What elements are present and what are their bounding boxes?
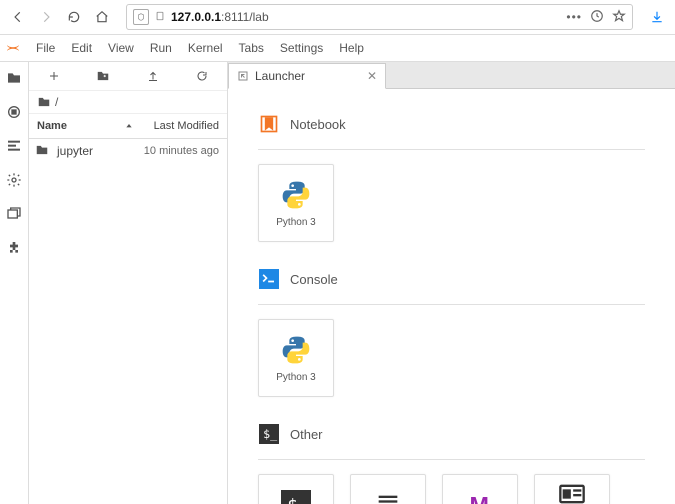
- tab-bar: Launcher ✕: [228, 62, 675, 89]
- launcher-tab-icon: [237, 70, 249, 82]
- python-icon: [280, 334, 312, 366]
- col-name[interactable]: Name: [29, 120, 125, 132]
- section-console: Console Python 3: [258, 268, 645, 397]
- menu-view[interactable]: View: [100, 41, 142, 55]
- tab-label: Launcher: [255, 69, 305, 83]
- file-row[interactable]: jupyter 10 minutes ago: [29, 139, 227, 163]
- main-content: Launcher ✕ Notebook Python 3: [228, 62, 675, 504]
- file-browser-toolbar: [29, 62, 227, 91]
- notebook-section-icon: [258, 113, 280, 135]
- svg-text:$_: $_: [287, 496, 309, 504]
- tab-launcher[interactable]: Launcher ✕: [228, 63, 386, 89]
- refresh-button[interactable]: [193, 67, 211, 85]
- menu-help[interactable]: Help: [331, 41, 372, 55]
- sort-asc-icon: [125, 122, 133, 130]
- file-browser: / Name Last Modified jupyter 10 minutes …: [29, 62, 228, 504]
- rail-settings-icon[interactable]: [6, 172, 22, 188]
- section-notebook: Notebook Python 3: [258, 113, 645, 242]
- notebook-card-python3[interactable]: Python 3: [258, 164, 334, 242]
- menu-kernel[interactable]: Kernel: [180, 41, 231, 55]
- other-card-help[interactable]: Show Contextual Help: [534, 474, 610, 504]
- svg-text:$_: $_: [263, 427, 278, 441]
- tab-close-button[interactable]: ✕: [367, 69, 377, 83]
- nav-back-button[interactable]: [6, 5, 30, 29]
- section-title: Other: [290, 427, 323, 442]
- col-modified[interactable]: Last Modified: [133, 120, 227, 132]
- other-card-terminal[interactable]: $_ Terminal: [258, 474, 334, 504]
- new-launcher-button[interactable]: [45, 67, 63, 85]
- download-icon[interactable]: [645, 5, 669, 29]
- rail-tabs-icon[interactable]: [6, 206, 22, 222]
- other-card-markdown[interactable]: M Markdown File: [442, 474, 518, 504]
- card-label: Python 3: [274, 372, 317, 383]
- breadcrumb[interactable]: /: [29, 91, 227, 114]
- rail-filebrowser-icon[interactable]: [6, 70, 22, 86]
- svg-text:M: M: [470, 492, 489, 504]
- reader-icon[interactable]: [590, 9, 604, 26]
- textfile-icon: [372, 489, 404, 504]
- nav-reload-button[interactable]: [62, 5, 86, 29]
- section-title: Console: [290, 272, 338, 287]
- file-name: jupyter: [57, 144, 129, 158]
- console-section-icon: [258, 268, 280, 290]
- menu-run[interactable]: Run: [142, 41, 180, 55]
- bookmark-icon[interactable]: [612, 9, 626, 26]
- page-info-icon: [155, 10, 165, 25]
- file-list-header: Name Last Modified: [29, 114, 227, 139]
- jupyter-logo-icon: [4, 39, 22, 57]
- launcher-panel: Notebook Python 3 Console: [228, 89, 675, 504]
- other-section-icon: $_: [258, 423, 280, 445]
- terminal-icon: $_: [280, 489, 312, 504]
- breadcrumb-root: /: [55, 95, 58, 109]
- more-icon[interactable]: •••: [566, 10, 582, 24]
- markdown-icon: M: [464, 489, 496, 504]
- section-other: $_ Other $_ Terminal Text File M Ma: [258, 423, 645, 504]
- console-card-python3[interactable]: Python 3: [258, 319, 334, 397]
- folder-icon: [37, 95, 51, 109]
- file-modified: 10 minutes ago: [129, 145, 227, 157]
- folder-icon: [35, 143, 51, 160]
- other-card-textfile[interactable]: Text File: [350, 474, 426, 504]
- activity-bar: [0, 62, 29, 504]
- app-menu-bar: File Edit View Run Kernel Tabs Settings …: [0, 35, 675, 62]
- new-folder-button[interactable]: [94, 67, 112, 85]
- menu-settings[interactable]: Settings: [272, 41, 331, 55]
- rail-running-icon[interactable]: [6, 104, 22, 120]
- shield-icon: [133, 9, 149, 25]
- url-bar[interactable]: 127.0.0.1:8111/lab •••: [126, 4, 633, 30]
- menu-file[interactable]: File: [28, 41, 63, 55]
- nav-home-button[interactable]: [90, 5, 114, 29]
- menu-edit[interactable]: Edit: [63, 41, 100, 55]
- browser-toolbar: 127.0.0.1:8111/lab •••: [0, 0, 675, 35]
- rail-commands-icon[interactable]: [6, 138, 22, 154]
- section-title: Notebook: [290, 117, 346, 132]
- contextual-help-icon: [556, 478, 588, 504]
- url-host: 127.0.0.1:8111/lab: [171, 10, 269, 24]
- rail-extension-icon[interactable]: [6, 240, 22, 256]
- nav-forward-button[interactable]: [34, 5, 58, 29]
- menu-tabs[interactable]: Tabs: [231, 41, 272, 55]
- card-label: Python 3: [274, 217, 317, 228]
- python-icon: [280, 179, 312, 211]
- upload-button[interactable]: [144, 67, 162, 85]
